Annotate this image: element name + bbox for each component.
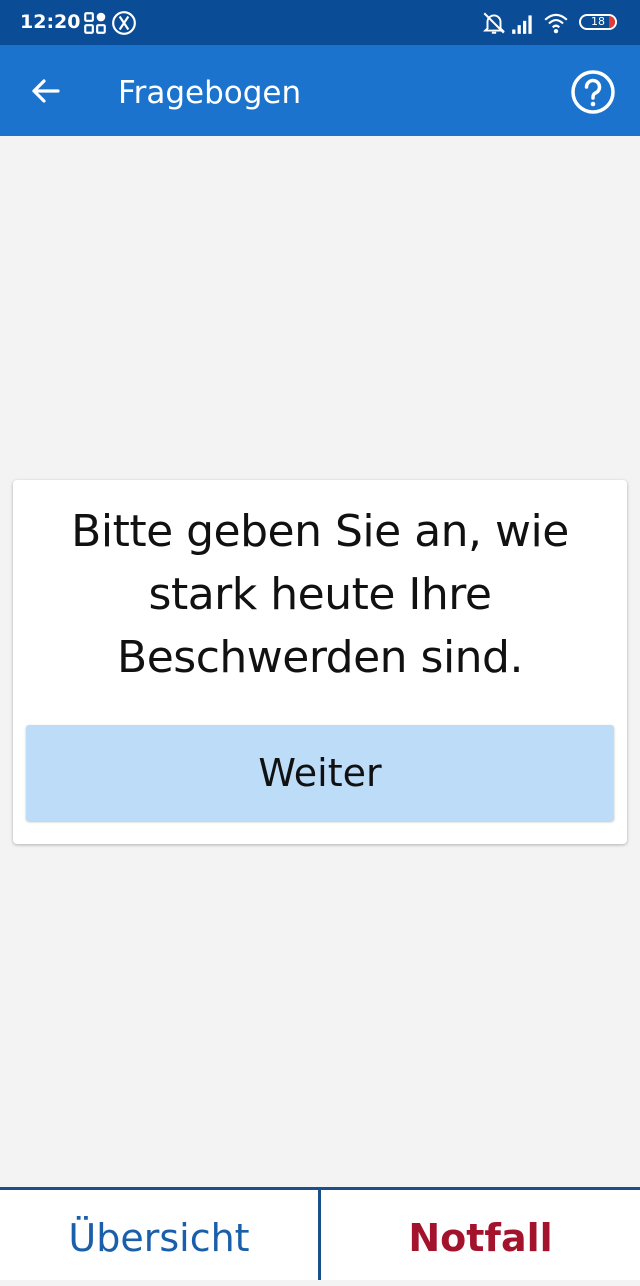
grid-apps-icon (84, 12, 106, 34)
battery-icon: 18 (579, 14, 617, 30)
help-circle-icon[interactable] (568, 67, 618, 117)
question-text: Bitte geben Sie an, wie stark heute Ihre… (71, 506, 569, 683)
nav-overview[interactable]: Übersicht (0, 1190, 318, 1280)
signal-icon (512, 15, 532, 34)
question-card: Bitte geben Sie an, wie stark heute Ihre… (13, 480, 627, 844)
page-title: Fragebogen (118, 75, 302, 111)
bottom-nav: Übersicht Notfall (0, 1187, 640, 1280)
wifi-icon (544, 13, 568, 34)
arrow-left-icon[interactable] (22, 67, 70, 115)
battery-level: 18 (591, 15, 605, 28)
app-bar: Fragebogen (0, 45, 640, 136)
next-button[interactable]: Weiter (26, 725, 614, 821)
bell-off-icon (482, 12, 506, 34)
status-bar: 12:20 18 (0, 0, 640, 45)
nav-emergency[interactable]: Notfall (321, 1190, 640, 1280)
x-circle-icon (112, 11, 136, 35)
status-time: 12:20 (20, 11, 81, 33)
